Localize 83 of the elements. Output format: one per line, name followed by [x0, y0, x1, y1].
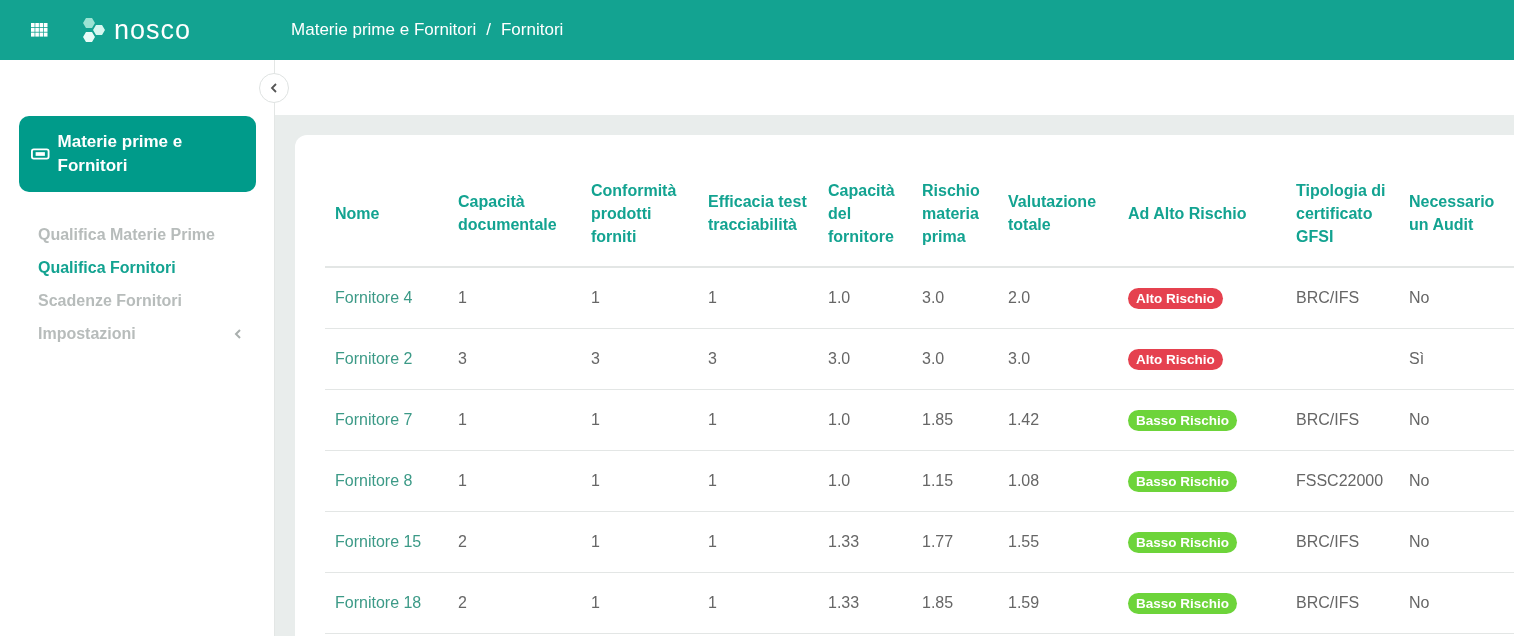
table-cell: 3	[591, 350, 600, 367]
table-cell: 2	[458, 594, 467, 611]
sidebar-item[interactable]: Qualifica Fornitori	[38, 259, 242, 277]
table-cell: 3.0	[1008, 350, 1031, 367]
table-cell: 1.85	[922, 411, 954, 428]
table-cell: 2	[458, 533, 467, 550]
table-cell: No	[1409, 411, 1430, 428]
sidebar-section[interactable]: Materie prime e Fornitori	[19, 116, 256, 192]
breadcrumb-link[interactable]: Materie prime e Fornitori	[291, 20, 477, 40]
column-header[interactable]: Efficacia test tracciabilità	[698, 160, 818, 267]
table-cell: 1	[708, 472, 717, 489]
table-cell: 1.33	[828, 533, 860, 550]
column-header[interactable]: Ad Alto Rischio	[1118, 160, 1286, 267]
table-cell: No	[1409, 594, 1430, 611]
risk-badge: Alto Rischio	[1128, 348, 1223, 370]
table-cell: 1	[458, 411, 467, 428]
table-cell: 1	[591, 289, 600, 306]
table-cell: 1.59	[1008, 594, 1040, 611]
risk-badge: Basso Rischio	[1128, 592, 1238, 614]
supplier-name[interactable]: Fornitore 4	[335, 289, 413, 306]
table-cell: 1.33	[828, 594, 860, 611]
column-header[interactable]: Conformità prodotti forniti	[581, 160, 698, 267]
breadcrumb-separator: /	[486, 20, 491, 40]
risk-badge: Basso Rischio	[1128, 531, 1238, 553]
hexagon-logo-icon	[80, 16, 108, 44]
column-header[interactable]: Nome	[325, 160, 448, 267]
table-cell: 1.0	[828, 411, 851, 428]
table-cell: BRC/IFS	[1296, 594, 1360, 611]
column-header[interactable]: Rischio materia prima	[912, 160, 998, 267]
breadcrumb-link[interactable]: Fornitori	[500, 20, 564, 40]
apps-grid-icon[interactable]	[31, 23, 48, 37]
supplier-name[interactable]: Fornitore 7	[335, 411, 413, 428]
table-cell: No	[1409, 289, 1430, 306]
table-cell: 1.0	[828, 289, 851, 306]
table-cell: 3.0	[828, 350, 851, 367]
table-cell: 1	[591, 533, 600, 550]
table-cell: BRC/IFS	[1296, 533, 1360, 550]
table-cell: 1	[708, 411, 717, 428]
column-header[interactable]: Tipologia di certificato GFSI	[1286, 160, 1399, 267]
logo-text: nosco	[114, 14, 192, 46]
table-cell: 1.0	[828, 472, 851, 489]
risk-badge: Basso Rischio	[1128, 409, 1238, 431]
table-cell: 1	[591, 472, 600, 489]
ticket-icon	[31, 148, 50, 160]
column-header[interactable]: Capacità documentale	[448, 160, 581, 267]
table-cell: 1	[708, 533, 717, 550]
table-cell: 1	[591, 411, 600, 428]
table-cell: 1	[708, 289, 717, 306]
table-cell: No	[1409, 472, 1430, 489]
table-cell: 1.08	[1008, 472, 1040, 489]
table-cell: Sì	[1409, 350, 1425, 367]
risk-badge: Basso Rischio	[1128, 470, 1238, 492]
column-header[interactable]: Valutazione totale	[998, 160, 1118, 267]
supplier-name[interactable]: Fornitore 18	[335, 594, 422, 611]
table-cell: 1.42	[1008, 411, 1040, 428]
table-cell: 1.85	[922, 594, 954, 611]
column-header[interactable]: Capacità del fornitore	[818, 160, 912, 267]
table-cell: 3.0	[922, 350, 945, 367]
table-cell: 1.77	[922, 533, 954, 550]
table-cell: 1	[458, 472, 467, 489]
table-cell: 3.0	[922, 289, 945, 306]
table-cell: FSSC22000	[1296, 472, 1384, 489]
table-cell: BRC/IFS	[1296, 289, 1360, 306]
table-cell: 3	[458, 350, 467, 367]
chevron-left-icon	[270, 82, 278, 94]
risk-badge: Alto Rischio	[1128, 287, 1223, 309]
table-cell: No	[1409, 533, 1430, 550]
supplier-name[interactable]: Fornitore 2	[335, 350, 413, 367]
column-header[interactable]: Necessario un Audit	[1399, 160, 1514, 267]
chevron-icon	[234, 329, 242, 339]
table-cell: 1	[458, 289, 467, 306]
supplier-name[interactable]: Fornitore 15	[335, 533, 422, 550]
sidebar-item[interactable]: Scadenze Fornitori	[38, 292, 242, 310]
sidebar-item[interactable]: Qualifica Materie Prime	[38, 226, 242, 244]
table-cell: 2.0	[1008, 289, 1031, 306]
table-cell: 3	[708, 350, 717, 367]
table-cell: 1	[591, 594, 600, 611]
table-cell: 1.15	[922, 472, 954, 489]
table-cell: 1.55	[1008, 533, 1040, 550]
table-cell: 1	[708, 594, 717, 611]
table-cell: BRC/IFS	[1296, 411, 1360, 428]
sidebar-item[interactable]: Impostazioni	[38, 325, 242, 343]
supplier-name[interactable]: Fornitore 8	[335, 472, 413, 489]
